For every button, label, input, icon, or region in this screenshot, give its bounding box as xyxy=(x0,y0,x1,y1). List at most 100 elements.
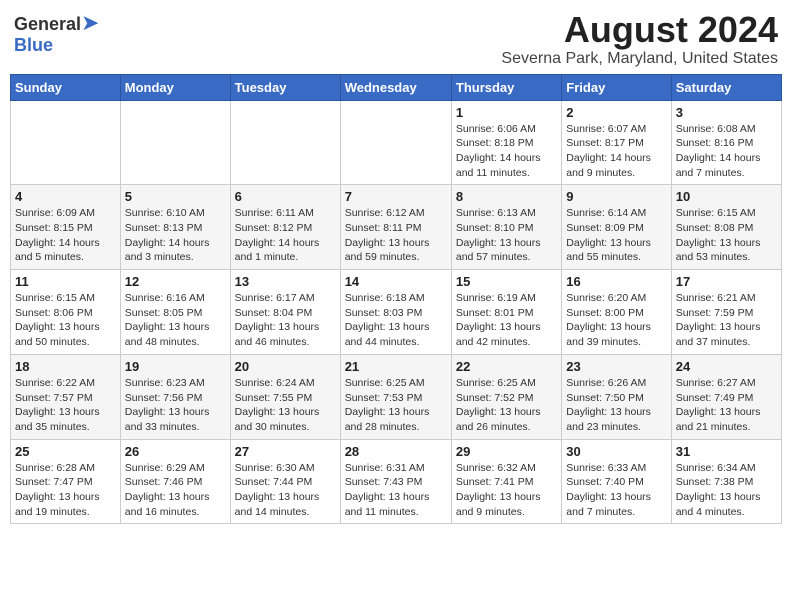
table-row: 19 Sunrise: 6:23 AMSunset: 7:56 PMDayligh… xyxy=(120,354,230,439)
table-row: 21 Sunrise: 6:25 AMSunset: 7:53 PMDayligh… xyxy=(340,354,451,439)
table-row: 9Sunrise: 6:14 AMSunset: 8:09 PMDaylight… xyxy=(562,185,671,270)
day-number: 12 xyxy=(125,274,226,289)
calendar-week-2: 4Sunrise: 6:09 AMSunset: 8:15 PMDaylight… xyxy=(11,185,782,270)
table-row: 7 Sunrise: 6:12 AMSunset: 8:11 PMDaylight… xyxy=(340,185,451,270)
day-number: 20 xyxy=(235,359,336,374)
day-number: 9 xyxy=(566,189,666,204)
day-info: Sunrise: 6:25 AMSunset: 7:52 PMDaylight:… xyxy=(456,376,557,435)
table-row: 11 Sunrise: 6:15 AMSunset: 8:06 PMDayligh… xyxy=(11,270,121,355)
table-row: 6 Sunrise: 6:11 AMSunset: 8:12 PMDaylight… xyxy=(230,185,340,270)
table-row: 26Sunrise: 6:29 AMSunset: 7:46 PMDayligh… xyxy=(120,439,230,524)
day-info: Sunrise: 6:11 AMSunset: 8:12 PMDaylight:… xyxy=(235,206,336,265)
day-info: Sunrise: 6:22 AMSunset: 7:57 PMDaylight:… xyxy=(15,376,116,435)
day-info: Sunrise: 6:06 AMSunset: 8:18 PMDaylight:… xyxy=(456,122,557,181)
table-row: 28Sunrise: 6:31 AMSunset: 7:43 PMDayligh… xyxy=(340,439,451,524)
table-row: 17Sunrise: 6:21 AMSunset: 7:59 PMDayligh… xyxy=(671,270,781,355)
table-row: 14 Sunrise: 6:18 AMSunset: 8:03 PMDayligh… xyxy=(340,270,451,355)
day-info: Sunrise: 6:34 AMSunset: 7:38 PMDaylight:… xyxy=(676,461,777,520)
day-info: Sunrise: 6:24 AMSunset: 7:55 PMDaylight:… xyxy=(235,376,336,435)
logo-blue-text: Blue xyxy=(14,36,53,54)
table-row: 23 Sunrise: 6:26 AMSunset: 7:50 PMDayligh… xyxy=(562,354,671,439)
day-number: 1 xyxy=(456,105,557,120)
col-sunday: Sunday xyxy=(11,74,121,100)
table-row xyxy=(340,100,451,185)
day-number: 4 xyxy=(15,189,116,204)
col-monday: Monday xyxy=(120,74,230,100)
logo: General➤ Blue xyxy=(14,10,99,54)
calendar-week-5: 25 Sunrise: 6:28 AMSunset: 7:47 PMDayligh… xyxy=(11,439,782,524)
day-number: 10 xyxy=(676,189,777,204)
day-number: 24 xyxy=(676,359,777,374)
day-number: 27 xyxy=(235,444,336,459)
table-row: 10 Sunrise: 6:15 AMSunset: 8:08 PMDayligh… xyxy=(671,185,781,270)
day-info: Sunrise: 6:10 AMSunset: 8:13 PMDaylight:… xyxy=(125,206,226,265)
day-number: 19 xyxy=(125,359,226,374)
day-info: Sunrise: 6:30 AMSunset: 7:44 PMDaylight:… xyxy=(235,461,336,520)
table-row xyxy=(230,100,340,185)
col-friday: Friday xyxy=(562,74,671,100)
day-number: 18 xyxy=(15,359,116,374)
day-number: 13 xyxy=(235,274,336,289)
day-info: Sunrise: 6:23 AMSunset: 7:56 PMDaylight:… xyxy=(125,376,226,435)
table-row: 13Sunrise: 6:17 AMSunset: 8:04 PMDayligh… xyxy=(230,270,340,355)
table-row: 29Sunrise: 6:32 AMSunset: 7:41 PMDayligh… xyxy=(451,439,561,524)
table-row: 15 Sunrise: 6:19 AMSunset: 8:01 PMDayligh… xyxy=(451,270,561,355)
day-info: Sunrise: 6:07 AMSunset: 8:17 PMDaylight:… xyxy=(566,122,666,181)
day-number: 29 xyxy=(456,444,557,459)
day-info: Sunrise: 6:29 AMSunset: 7:46 PMDaylight:… xyxy=(125,461,226,520)
calendar-table: Sunday Monday Tuesday Wednesday Thursday… xyxy=(10,74,782,525)
day-info: Sunrise: 6:16 AMSunset: 8:05 PMDaylight:… xyxy=(125,291,226,350)
day-info: Sunrise: 6:15 AMSunset: 8:06 PMDaylight:… xyxy=(15,291,116,350)
day-number: 21 xyxy=(345,359,447,374)
table-row: 2Sunrise: 6:07 AMSunset: 8:17 PMDaylight… xyxy=(562,100,671,185)
table-row: 31Sunrise: 6:34 AMSunset: 7:38 PMDayligh… xyxy=(671,439,781,524)
table-row: 1 Sunrise: 6:06 AMSunset: 8:18 PMDaylight… xyxy=(451,100,561,185)
calendar-week-3: 11 Sunrise: 6:15 AMSunset: 8:06 PMDayligh… xyxy=(11,270,782,355)
calendar-week-1: 1 Sunrise: 6:06 AMSunset: 8:18 PMDaylight… xyxy=(11,100,782,185)
calendar-week-4: 18 Sunrise: 6:22 AMSunset: 7:57 PMDayligh… xyxy=(11,354,782,439)
calendar-title: August 2024 xyxy=(501,10,778,50)
table-row: 5Sunrise: 6:10 AMSunset: 8:13 PMDaylight… xyxy=(120,185,230,270)
logo-bird-icon: ➤ xyxy=(81,10,99,35)
day-number: 22 xyxy=(456,359,557,374)
day-number: 16 xyxy=(566,274,666,289)
day-number: 3 xyxy=(676,105,777,120)
table-row: 20 Sunrise: 6:24 AMSunset: 7:55 PMDayligh… xyxy=(230,354,340,439)
table-row: 30 Sunrise: 6:33 AMSunset: 7:40 PMDayligh… xyxy=(562,439,671,524)
day-info: Sunrise: 6:28 AMSunset: 7:47 PMDaylight:… xyxy=(15,461,116,520)
day-info: Sunrise: 6:25 AMSunset: 7:53 PMDaylight:… xyxy=(345,376,447,435)
table-row xyxy=(120,100,230,185)
logo-general-text: General xyxy=(14,14,81,34)
day-number: 11 xyxy=(15,274,116,289)
day-number: 25 xyxy=(15,444,116,459)
day-number: 6 xyxy=(235,189,336,204)
day-number: 8 xyxy=(456,189,557,204)
page-header: General➤ Blue August 2024 Severna Park, … xyxy=(10,10,782,68)
col-tuesday: Tuesday xyxy=(230,74,340,100)
day-info: Sunrise: 6:15 AMSunset: 8:08 PMDaylight:… xyxy=(676,206,777,265)
day-info: Sunrise: 6:19 AMSunset: 8:01 PMDaylight:… xyxy=(456,291,557,350)
day-info: Sunrise: 6:08 AMSunset: 8:16 PMDaylight:… xyxy=(676,122,777,181)
day-info: Sunrise: 6:31 AMSunset: 7:43 PMDaylight:… xyxy=(345,461,447,520)
day-number: 30 xyxy=(566,444,666,459)
table-row: 12 Sunrise: 6:16 AMSunset: 8:05 PMDayligh… xyxy=(120,270,230,355)
day-number: 15 xyxy=(456,274,557,289)
table-row: 22 Sunrise: 6:25 AMSunset: 7:52 PMDayligh… xyxy=(451,354,561,439)
day-info: Sunrise: 6:21 AMSunset: 7:59 PMDaylight:… xyxy=(676,291,777,350)
table-row: 25 Sunrise: 6:28 AMSunset: 7:47 PMDayligh… xyxy=(11,439,121,524)
calendar-subtitle: Severna Park, Maryland, United States xyxy=(501,50,778,68)
day-info: Sunrise: 6:18 AMSunset: 8:03 PMDaylight:… xyxy=(345,291,447,350)
day-info: Sunrise: 6:33 AMSunset: 7:40 PMDaylight:… xyxy=(566,461,666,520)
day-number: 23 xyxy=(566,359,666,374)
day-info: Sunrise: 6:26 AMSunset: 7:50 PMDaylight:… xyxy=(566,376,666,435)
table-row: 27 Sunrise: 6:30 AMSunset: 7:44 PMDayligh… xyxy=(230,439,340,524)
day-number: 14 xyxy=(345,274,447,289)
table-row: 8Sunrise: 6:13 AMSunset: 8:10 PMDaylight… xyxy=(451,185,561,270)
day-info: Sunrise: 6:12 AMSunset: 8:11 PMDaylight:… xyxy=(345,206,447,265)
col-thursday: Thursday xyxy=(451,74,561,100)
col-saturday: Saturday xyxy=(671,74,781,100)
col-wednesday: Wednesday xyxy=(340,74,451,100)
day-info: Sunrise: 6:20 AMSunset: 8:00 PMDaylight:… xyxy=(566,291,666,350)
day-number: 7 xyxy=(345,189,447,204)
table-row: 16 Sunrise: 6:20 AMSunset: 8:00 PMDayligh… xyxy=(562,270,671,355)
